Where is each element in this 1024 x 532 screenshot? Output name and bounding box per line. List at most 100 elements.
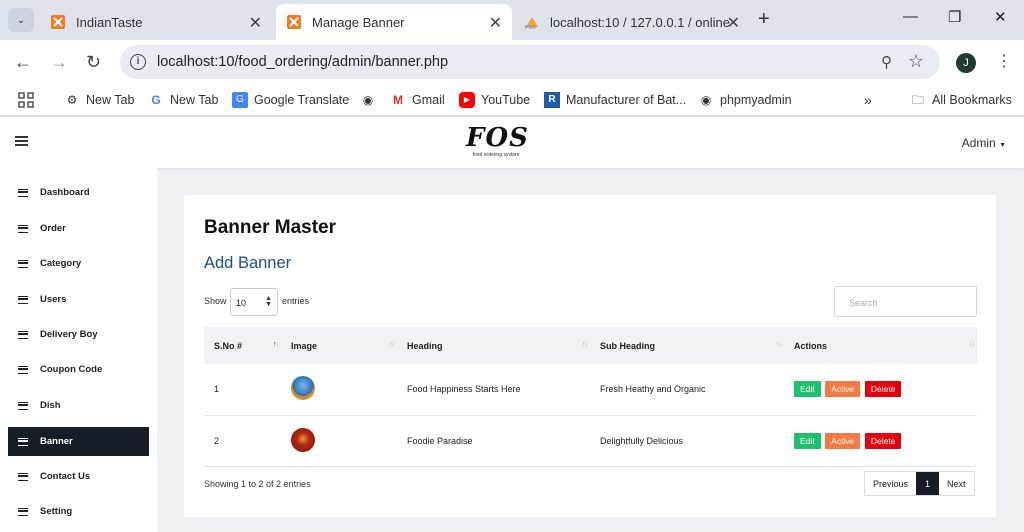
gmail-icon: M <box>393 93 403 107</box>
zoom-icon[interactable]: ⚲ <box>881 53 892 71</box>
bookmark-new-tab-2[interactable]: G New Tab <box>148 92 218 108</box>
page-length-select[interactable]: 10 ▲ ▼ <box>230 288 278 316</box>
close-icon[interactable]: ✕ <box>489 13 502 33</box>
sidebar-item-coupon-code[interactable]: Coupon Code <box>8 355 149 384</box>
tab-search-button[interactable]: ⌄ <box>8 8 34 32</box>
new-tab-button[interactable]: + <box>758 8 770 31</box>
delete-button[interactable]: Delete <box>864 381 902 398</box>
bookmark-youtube[interactable]: ▶ YouTube <box>459 92 530 108</box>
back-icon[interactable]: ← <box>14 52 32 73</box>
chevron-down-icon: ⌄ <box>16 14 26 26</box>
bookmark-globe[interactable]: ◉ <box>360 92 382 108</box>
tab-title: Manage Banner <box>312 14 405 30</box>
all-bookmarks[interactable]: 🗀 All Bookmarks <box>910 92 1012 108</box>
table-row: 2 Foodie Paradise Delightfully Delicious… <box>204 415 977 467</box>
sidebar-item-users[interactable]: Users <box>8 285 149 314</box>
cell-image <box>281 415 397 467</box>
edit-button[interactable]: Edit <box>794 432 821 449</box>
menu-toggle-icon[interactable] <box>15 136 28 146</box>
table-header-row: S.No # ↑↓ Image ↑↓ Heading ↑↓ Sub Heading ↑↓… <box>204 327 977 364</box>
forward-icon[interactable]: → <box>50 52 68 73</box>
page-title: Banner Master <box>204 217 336 238</box>
bookmark-label: Google Translate <box>254 93 350 107</box>
bookmark-label: YouTube <box>481 93 531 107</box>
active-button[interactable]: Active <box>825 432 861 449</box>
sidebar-item-category[interactable]: Category <box>8 249 149 278</box>
minimize-icon[interactable]: — <box>903 8 918 25</box>
bookmark-manufacturer[interactable]: R Manufacturer of Bat... <box>544 92 686 108</box>
tab-manage-banner[interactable]: Manage Banner ✕ <box>276 4 512 40</box>
tab-strip: ⌄ IndianTaste ✕ Manage Banner ✕ PMA loca… <box>0 0 1024 40</box>
globe-icon: ◉ <box>700 93 712 107</box>
add-banner-link[interactable]: Add Banner <box>204 254 291 273</box>
sort-icon: ↑↓ <box>273 341 279 348</box>
bookmark-label: New Tab <box>86 93 135 107</box>
xampp-icon <box>50 14 66 30</box>
column-header-sub-heading[interactable]: Sub Heading ↑↓ <box>590 327 784 364</box>
cell-sno: 2 <box>204 415 281 467</box>
table-row: 1 Food Happiness Starts Here Fresh Heath… <box>204 364 977 416</box>
bookmark-gmail[interactable]: M Gmail <box>390 92 445 108</box>
close-icon[interactable]: ✕ <box>727 13 740 33</box>
cell-actions: Edit Active Delete <box>784 364 977 416</box>
next-button[interactable]: Next <box>939 472 974 495</box>
column-header-heading[interactable]: Heading ↑↓ <box>397 327 590 364</box>
sidebar-item-dashboard[interactable]: Dashboard <box>8 178 149 207</box>
fos-logo[interactable]: FOS food ordering system <box>466 124 528 164</box>
column-header-sno[interactable]: S.No # ↑↓ <box>204 327 281 364</box>
tab-title: localhost:10 / 127.0.0.1 / online... <box>550 14 730 30</box>
more-menu-icon[interactable]: ⋮ <box>996 51 1012 71</box>
edit-button[interactable]: Edit <box>794 381 821 398</box>
bookmark-phpmyadmin[interactable]: ◉ phpmyadmin <box>698 92 792 108</box>
column-label: Actions <box>794 340 828 351</box>
window-close-icon[interactable]: ✕ <box>994 8 1007 26</box>
tab-phpmyadmin[interactable]: PMA localhost:10 / 127.0.0.1 / online...… <box>514 4 750 40</box>
more-bookmarks-icon[interactable]: » <box>864 92 872 108</box>
close-icon[interactable]: ✕ <box>249 13 262 33</box>
apps-grid-icon[interactable] <box>18 92 34 108</box>
sidebar-item-order[interactable]: Order <box>8 214 149 243</box>
admin-dropdown[interactable]: Admin ▼ <box>962 136 1006 150</box>
sidebar-item-banner[interactable]: Banner <box>8 427 149 456</box>
list-icon <box>18 437 28 446</box>
sidebar-item-setting[interactable]: Setting <box>8 497 149 526</box>
youtube-icon: ▶ <box>459 92 475 108</box>
url-text[interactable]: localhost:10/food_ordering/admin/banner.… <box>157 54 448 70</box>
bookmark-star-icon[interactable]: ☆ <box>908 51 924 72</box>
tab-indiantaste[interactable]: IndianTaste ✕ <box>40 4 272 40</box>
sidebar: Dashboard Order Category Users Delivery … <box>0 168 157 532</box>
translate-icon: G <box>232 92 248 108</box>
all-bookmarks-label: All Bookmarks <box>932 93 1012 107</box>
gear-icon: ⚙ <box>66 93 78 107</box>
sort-icon: ↑↓ <box>776 341 782 348</box>
phpmyadmin-icon: PMA <box>524 14 540 30</box>
address-bar[interactable]: i localhost:10/food_ordering/admin/banne… <box>120 45 940 79</box>
entries-label: entries <box>282 296 310 306</box>
list-icon <box>18 330 28 339</box>
sidebar-item-label: Banner <box>40 436 73 447</box>
active-button[interactable]: Active <box>825 381 861 398</box>
column-header-image[interactable]: Image ↑↓ <box>281 327 397 364</box>
sidebar-item-delivery-boy[interactable]: Delivery Boy <box>8 320 149 349</box>
search-input[interactable]: Search <box>834 286 977 317</box>
sidebar-item-contact-us[interactable]: Contact Us <box>8 462 149 491</box>
column-header-actions[interactable]: Actions ↑↓ <box>784 327 977 364</box>
sidebar-item-dish[interactable]: Dish <box>8 391 149 420</box>
cell-image <box>281 364 397 416</box>
column-label: Heading <box>407 340 443 351</box>
banner-thumbnail <box>291 427 315 452</box>
site-info-icon[interactable]: i <box>130 54 146 70</box>
profile-avatar[interactable]: J <box>956 53 976 73</box>
bookmark-google-translate[interactable]: G Google Translate <box>232 92 349 108</box>
admin-label: Admin <box>961 136 996 150</box>
restore-icon[interactable]: ❐ <box>948 8 961 26</box>
page-1-button[interactable]: 1 <box>916 472 940 495</box>
cell-heading: Foodie Paradise <box>397 415 590 467</box>
column-label: Image <box>291 340 318 351</box>
bookmark-new-tab-1[interactable]: ⚙ New Tab <box>64 92 135 108</box>
reload-icon[interactable]: ↻ <box>86 52 101 73</box>
cell-actions: Edit Active Delete <box>784 415 977 467</box>
delete-button[interactable]: Delete <box>864 432 902 449</box>
previous-button[interactable]: Previous <box>865 472 916 495</box>
sort-icon: ↑↓ <box>389 341 395 348</box>
